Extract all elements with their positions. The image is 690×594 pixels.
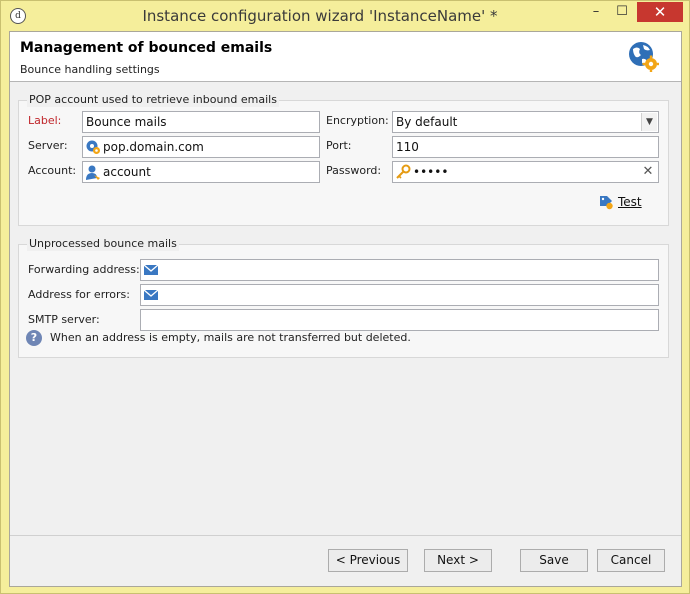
port-field-label: Port: (326, 139, 352, 152)
password-field-label: Password: (326, 164, 382, 177)
page-subtitle: Bounce handling settings (20, 63, 160, 76)
app-icon: d (10, 8, 26, 24)
server-input[interactable]: pop.domain.com (82, 136, 320, 158)
pop-account-group: POP account used to retrieve inbound ema… (18, 93, 669, 226)
password-input-value: ••••• (413, 165, 449, 179)
next-button[interactable]: Next > (424, 549, 492, 572)
smtp-field-label: SMTP server: (28, 313, 100, 326)
previous-button[interactable]: < Previous (328, 549, 408, 572)
test-button[interactable]: Test (598, 194, 646, 212)
clear-password-icon[interactable]: ✕ (640, 164, 656, 180)
account-field-label: Account: (28, 164, 77, 177)
globe-settings-icon (629, 42, 659, 72)
wizard-footer: < Previous Next > Save Cancel (10, 535, 681, 586)
question-icon: ? (26, 330, 42, 346)
encryption-select[interactable]: By default ▼ (392, 111, 659, 133)
cancel-button[interactable]: Cancel (597, 549, 665, 572)
label-input-value: Bounce mails (86, 115, 167, 129)
bounce-group-title: Unprocessed bounce mails (27, 237, 179, 251)
account-input[interactable]: account (82, 161, 320, 183)
label-input[interactable]: Bounce mails (82, 111, 320, 133)
server-field-label: Server: (28, 139, 68, 152)
maximize-button[interactable]: ☐ (609, 2, 635, 22)
envelope-icon (143, 264, 159, 275)
envelope-icon (143, 289, 159, 300)
wizard-header: Management of bounced emails Bounce hand… (10, 32, 681, 82)
port-input[interactable]: 110 (392, 136, 659, 158)
info-text: When an address is empty, mails are not … (50, 331, 411, 344)
save-button[interactable]: Save (520, 549, 588, 572)
minimize-button[interactable]: – (583, 2, 609, 22)
pop-group-title: POP account used to retrieve inbound ema… (27, 93, 279, 107)
server-input-value: pop.domain.com (103, 140, 204, 154)
chevron-down-icon[interactable]: ▼ (641, 113, 657, 131)
close-button[interactable]: ✕ (637, 2, 683, 22)
title-bar[interactable]: d Instance configuration wizard 'Instanc… (1, 1, 689, 31)
server-gear-icon (86, 140, 100, 154)
test-button-label: Test (618, 195, 642, 209)
label-field-label: Label: (28, 114, 62, 127)
dialog-body: Management of bounced emails Bounce hand… (9, 31, 682, 587)
error-address-input[interactable] (140, 284, 659, 306)
wizard-window: d Instance configuration wizard 'Instanc… (0, 0, 690, 594)
errors-field-label: Address for errors: (28, 288, 130, 301)
encryption-field-label: Encryption: (326, 114, 389, 127)
page-title: Management of bounced emails (20, 40, 273, 56)
forwarding-address-input[interactable] (140, 259, 659, 281)
user-icon (86, 165, 100, 180)
smtp-server-input[interactable] (140, 309, 659, 331)
forwarding-field-label: Forwarding address: (28, 263, 140, 276)
port-input-value: 110 (396, 140, 419, 154)
account-input-value: account (103, 165, 151, 179)
key-icon (396, 164, 411, 179)
encryption-select-value: By default (396, 115, 458, 129)
test-connection-icon (600, 196, 613, 210)
password-input[interactable]: ••••• ✕ (392, 161, 659, 183)
window-title: Instance configuration wizard 'InstanceN… (142, 7, 498, 25)
